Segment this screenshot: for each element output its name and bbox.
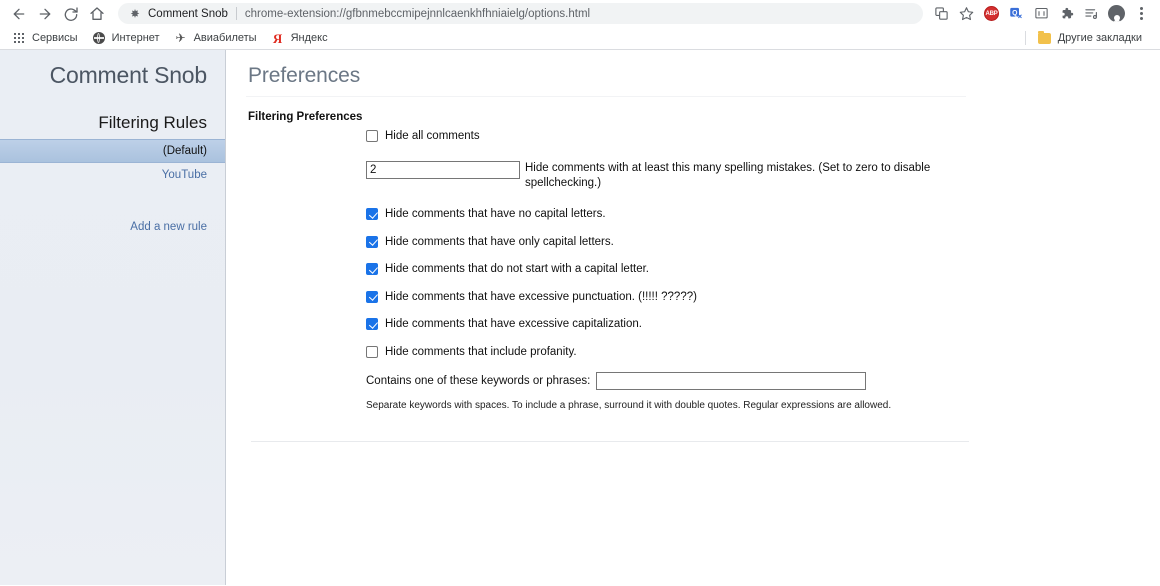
folder-icon: [1037, 30, 1053, 45]
sidebar: Comment Snob Filtering Rules (Default) Y…: [0, 50, 226, 585]
omnibox-tab-title: Comment Snob: [148, 7, 228, 20]
bookmark-internet[interactable]: Интернет: [88, 29, 167, 48]
page-body: Comment Snob Filtering Rules (Default) Y…: [0, 50, 1160, 585]
other-bookmarks-label: Другие закладки: [1057, 32, 1142, 44]
bookmark-aviabilety[interactable]: ✈ Авиабилеты: [170, 29, 264, 48]
excessive-capitalization-checkbox[interactable]: [366, 318, 378, 330]
checkbox-row-only-capital-letters[interactable]: Hide comments that have only capital let…: [366, 235, 1026, 249]
not-start-capital-checkbox[interactable]: [366, 263, 378, 275]
address-bar[interactable]: Comment Snob chrome-extension://gfbnmebc…: [118, 3, 923, 24]
bottom-divider: [251, 441, 969, 442]
back-arrow-icon[interactable]: [6, 2, 32, 26]
airplane-icon: ✈: [175, 31, 186, 45]
other-bookmarks-folder[interactable]: Другие закладки: [1034, 29, 1149, 48]
toolbar-icon-group: ABP Q: [929, 2, 1154, 26]
excessive-punctuation-checkbox[interactable]: [366, 290, 378, 303]
adblock-plus-icon[interactable]: ABP: [979, 2, 1004, 26]
avatar: [1108, 5, 1125, 22]
only-capital-letters-checkbox[interactable]: [366, 235, 378, 248]
keywords-input[interactable]: [596, 372, 867, 390]
apps-grid-icon: [11, 31, 27, 45]
hide-all-comments-label: Hide all comments: [385, 130, 480, 142]
app-title: Comment Snob: [49, 62, 208, 88]
title-divider: [246, 96, 966, 97]
bookmark-label: Яндекс: [290, 32, 328, 44]
adblock-plus-badge: ABP: [984, 6, 999, 21]
checkbox-row-no-capital-letters[interactable]: Hide comments that have no capital lette…: [366, 207, 1026, 221]
omnibox-divider: [235, 7, 237, 20]
checkbox-row-not-start-capital[interactable]: Hide comments that do not start with a c…: [366, 262, 1026, 276]
three-dots: [1140, 7, 1143, 20]
hide-all-comments-checkbox[interactable]: [366, 130, 378, 142]
page-title: Preferences: [248, 64, 361, 87]
spelling-mistakes-input[interactable]: [366, 161, 520, 179]
spelling-mistakes-row: Hide comments with at least this many sp…: [366, 161, 1026, 191]
keywords-help-text: Separate keywords with spaces. To includ…: [366, 400, 892, 411]
extensions-puzzle-icon[interactable]: [1054, 2, 1079, 26]
hide-all-comments-row[interactable]: Hide all comments: [366, 129, 1026, 143]
bookmark-label: Интернет: [111, 32, 160, 44]
checkbox-label: Hide comments that have excessive punctu…: [385, 290, 697, 303]
omnibox-url: chrome-extension://gfbnmebccmipejnnlcaen…: [244, 7, 591, 20]
checkbox-row-profanity[interactable]: Hide comments that include profanity.: [366, 345, 1026, 359]
svg-text:Q: Q: [1012, 10, 1018, 17]
main-content: Preferences Filtering Preferences Hide a…: [226, 50, 1160, 585]
profile-avatar-icon[interactable]: [1104, 2, 1129, 26]
keywords-row: Contains one of these keywords or phrase…: [366, 372, 1026, 390]
checkbox-label: Hide comments that have no capital lette…: [385, 208, 606, 220]
yandex-icon: Я: [272, 30, 283, 46]
home-icon[interactable]: [84, 2, 110, 26]
reload-icon[interactable]: [58, 2, 84, 26]
globe-icon: [91, 31, 107, 45]
sidebar-item-youtube[interactable]: YouTube: [0, 163, 225, 187]
spelling-mistakes-label: Hide comments with at least this many sp…: [525, 162, 931, 189]
sidebar-item-label: (Default): [162, 145, 207, 157]
bookmark-label: Сервисы: [32, 32, 78, 44]
checkbox-label: Hide comments that have only capital let…: [385, 235, 614, 248]
sidebar-section-filtering-rules: Filtering Rules: [98, 113, 207, 132]
bookmark-label: Авиабилеты: [193, 32, 257, 44]
checkbox-row-excessive-capitalization[interactable]: Hide comments that have excessive capita…: [366, 317, 1026, 331]
profanity-checkbox[interactable]: [366, 345, 378, 358]
checkbox-label: Hide comments that do not start with a c…: [385, 263, 649, 275]
extension-puzzle-icon: [128, 7, 141, 20]
bookmarks-bar: Сервисы Интернет ✈ Авиабилеты Я Яндекс Д…: [0, 27, 1160, 50]
reading-list-icon[interactable]: [1079, 2, 1104, 26]
sidebar-item-label: YouTube: [161, 169, 207, 181]
bookmark-yandex[interactable]: Я Яндекс: [267, 29, 335, 48]
screen-capture-icon[interactable]: [1029, 2, 1054, 26]
keywords-label: Contains one of these keywords or phrase…: [366, 375, 591, 387]
preferences-form: Hide all comments Hide comments with at …: [366, 129, 1026, 413]
bookmark-servicy[interactable]: Сервисы: [8, 29, 85, 48]
add-new-rule-label: Add a new rule: [130, 221, 207, 233]
sidebar-item-default[interactable]: (Default): [0, 139, 225, 163]
checkbox-label: Hide comments that have excessive capita…: [385, 318, 642, 330]
checkbox-label: Hide comments that include profanity.: [385, 345, 577, 358]
add-new-rule-link[interactable]: Add a new rule: [0, 217, 225, 237]
bookmarks-separator: [1024, 31, 1026, 45]
translate-icon[interactable]: [929, 2, 954, 26]
no-capital-letters-checkbox[interactable]: [366, 208, 378, 220]
browser-toolbar: Comment Snob chrome-extension://gfbnmebc…: [0, 0, 1160, 27]
section-label-filtering-preferences: Filtering Preferences: [248, 111, 363, 123]
chrome-menu-icon[interactable]: [1129, 2, 1154, 26]
forward-arrow-icon[interactable]: [32, 2, 58, 26]
bookmark-star-icon[interactable]: [954, 2, 979, 26]
checkbox-row-excessive-punctuation[interactable]: Hide comments that have excessive punctu…: [366, 290, 1026, 304]
yandex-translate-icon[interactable]: Q: [1004, 2, 1029, 26]
